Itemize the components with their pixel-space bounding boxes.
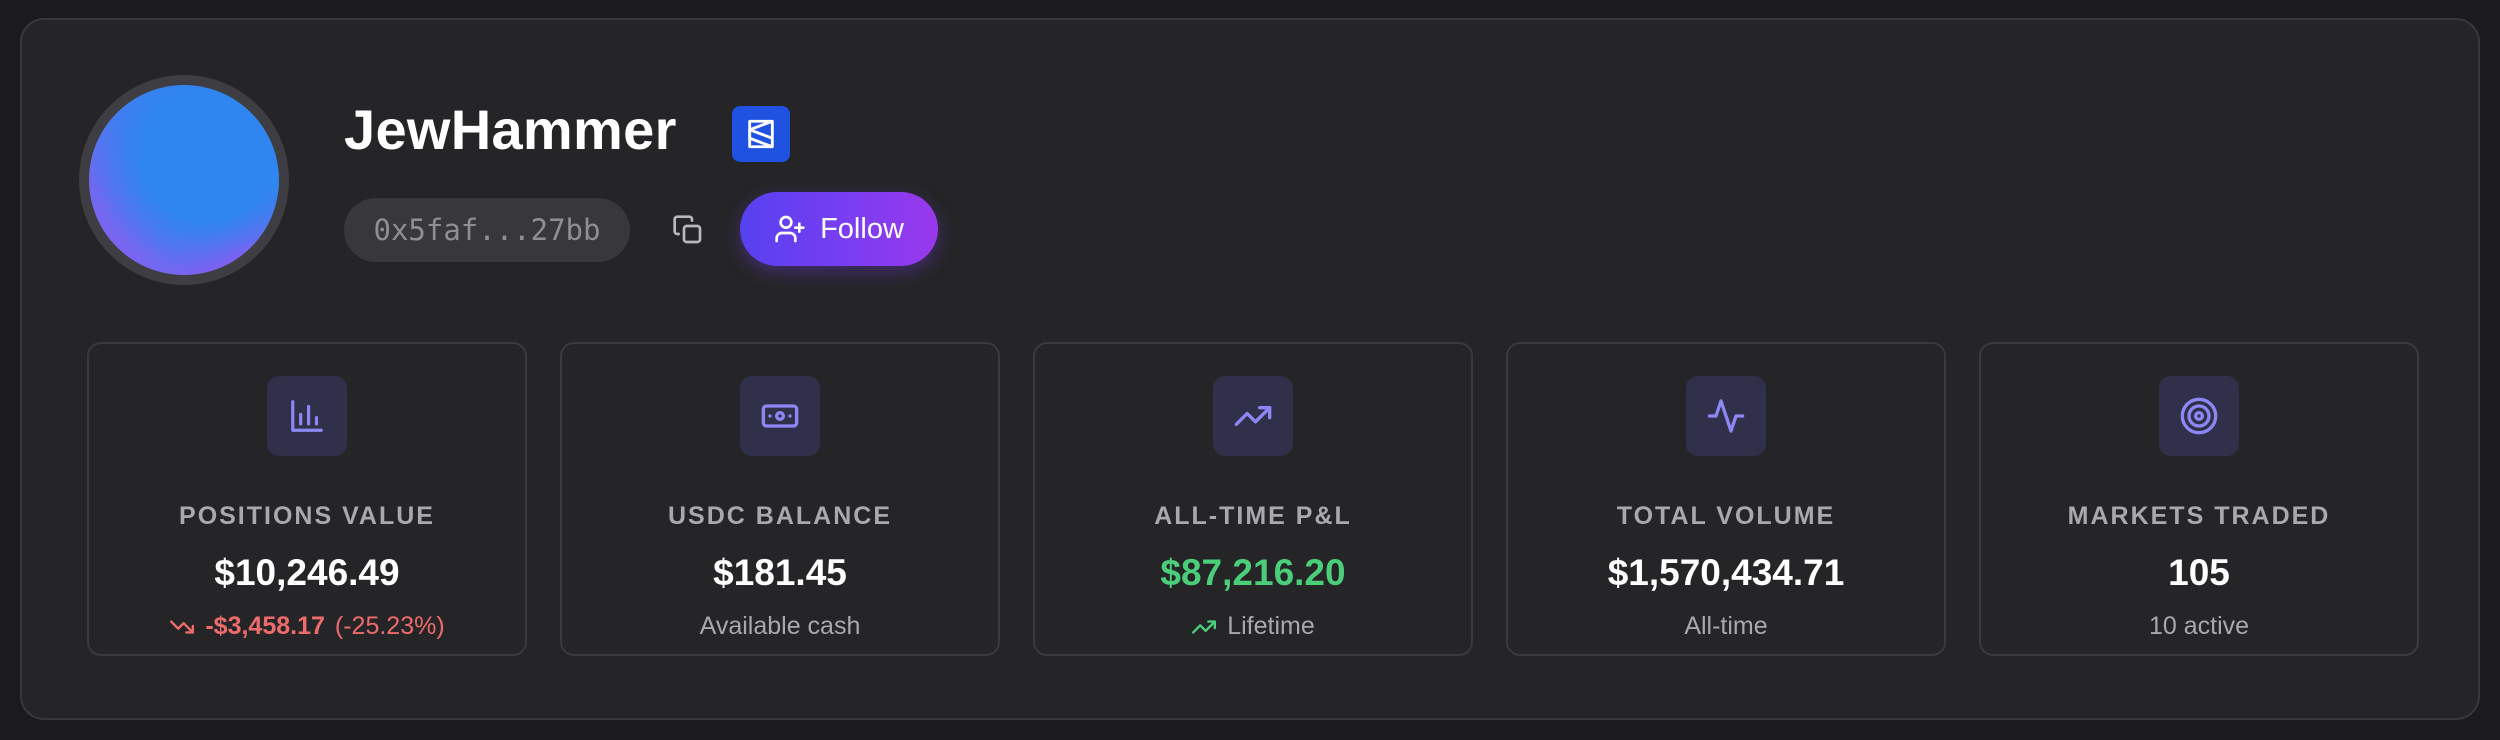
follow-button[interactable]: Follow — [740, 192, 938, 266]
activity-icon — [1707, 399, 1745, 433]
stat-value: 105 — [2168, 552, 2230, 593]
stat-markets-traded: MARKETS TRADED 105 10 active — [1979, 342, 2419, 656]
stat-subtext: Lifetime — [1035, 612, 1471, 641]
user-plus-icon — [775, 215, 805, 243]
target-icon — [2180, 397, 2218, 435]
stat-value: $87,216.20 — [1160, 552, 1346, 593]
stat-label: POSITIONS VALUE — [179, 502, 435, 530]
copy-address-button[interactable] — [668, 210, 708, 250]
banknote-icon — [761, 404, 799, 428]
stat-all-time-pnl: ALL-TIME P&L $87,216.20 Lifetime — [1033, 342, 1473, 656]
stat-label: ALL-TIME P&L — [1154, 502, 1352, 530]
profile-card: JewHammer 0x5faf...27bb Follow POSITIONS… — [20, 18, 2480, 720]
stat-subtext: Available cash — [699, 612, 861, 640]
stat-usdc-balance: USDC BALANCE $181.45 Available cash — [560, 342, 1000, 656]
stat-subtext: 10 active — [2148, 612, 2250, 640]
change-percent: (-25.23%) — [334, 612, 445, 640]
change-amount: -$3,458.17 — [205, 612, 325, 640]
stat-subtext-label: Lifetime — [1227, 612, 1315, 640]
platform-badge-icon — [732, 106, 790, 162]
stat-total-volume: TOTAL VOLUME $1,570,434.71 All-time — [1506, 342, 1946, 656]
avatar-image — [89, 85, 279, 275]
stat-label: USDC BALANCE — [668, 502, 892, 530]
bar-chart-icon — [291, 400, 323, 432]
stat-value: $181.45 — [713, 552, 847, 593]
stat-label: TOTAL VOLUME — [1616, 502, 1836, 530]
trending-up-small-icon — [1192, 619, 1217, 634]
avatar — [79, 75, 289, 285]
trending-up-icon — [1234, 406, 1272, 426]
stat-subtext: All-time — [1684, 612, 1768, 640]
follow-button-label: Follow — [820, 212, 904, 245]
username: JewHammer — [344, 98, 677, 161]
stat-label: MARKETS TRADED — [2067, 502, 2331, 530]
copy-icon — [673, 215, 702, 244]
stat-change: -$3,458.17 (-25.23%) — [89, 612, 525, 641]
wallet-address: 0x5faf...27bb — [344, 198, 630, 262]
stat-positions-value: POSITIONS VALUE $10,246.49 -$3,458.17 (-… — [87, 342, 527, 656]
stat-value: $10,246.49 — [214, 552, 400, 593]
stat-value: $1,570,434.71 — [1607, 552, 1845, 593]
trending-down-icon — [170, 619, 195, 634]
